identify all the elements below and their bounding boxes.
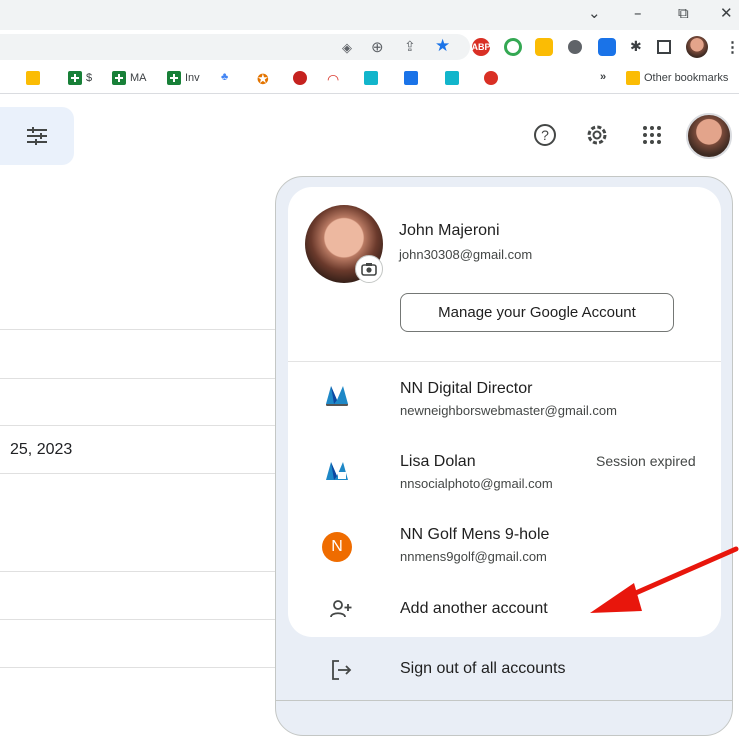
bookmark-u[interactable] <box>293 71 307 85</box>
account-item-name: NN Golf Mens 9-hole <box>400 526 550 543</box>
more-bookmarks-button[interactable]: » <box>600 71 606 83</box>
account-name: John Majeroni <box>399 222 500 239</box>
bookmark-label: MA <box>130 72 147 84</box>
bookmark-sheet-inv[interactable]: Inv <box>167 71 200 85</box>
magnet-icon <box>445 71 459 85</box>
bookmark-alert[interactable] <box>484 71 498 85</box>
keep-extension-icon[interactable] <box>535 38 553 56</box>
profile-icon[interactable] <box>686 36 708 58</box>
tab-search-button[interactable]: ⌄ <box>588 4 601 22</box>
nn-logo-avatar <box>322 456 352 486</box>
change-photo-button[interactable] <box>355 255 383 283</box>
bookmark-label: $ <box>86 72 93 84</box>
bookmark-sheet-dollar[interactable]: $ <box>68 71 92 85</box>
gauge-icon: ◠ <box>327 71 340 87</box>
account-item-lisa-dolan[interactable] <box>288 440 721 504</box>
sheets-icon <box>167 71 181 85</box>
apps-grid-icon[interactable] <box>638 121 666 149</box>
settings-gear-icon[interactable] <box>583 121 611 149</box>
settings-extension-icon[interactable] <box>568 40 582 54</box>
eye-icon[interactable]: ◈ <box>342 40 352 56</box>
address-field[interactable] <box>0 34 470 60</box>
camera-icon <box>361 263 377 276</box>
folder-icon <box>626 71 640 85</box>
table-row-divider <box>0 378 300 379</box>
nn-logo-avatar <box>322 380 352 410</box>
medal-icon: ✪ <box>257 71 269 87</box>
svg-text:?: ? <box>541 127 549 143</box>
alert-icon <box>484 71 498 85</box>
bookmark-star-icon[interactable]: ★ <box>435 36 450 56</box>
photos-icon: ♣ <box>221 71 229 83</box>
bookmark-gauge[interactable]: ◠ <box>327 71 339 88</box>
table-row-divider <box>0 473 300 474</box>
bookmark-label: Inv <box>185 72 200 84</box>
keep-bookmark-icon <box>26 71 40 85</box>
address-bar-area <box>0 30 739 64</box>
help-icon[interactable]: ? <box>531 121 559 149</box>
account-item-email: nnmens9golf@gmail.com <box>400 549 547 564</box>
sheets-icon <box>68 71 82 85</box>
bookmark-check[interactable] <box>404 71 418 85</box>
bookmark-medal[interactable]: ✪ <box>257 71 269 88</box>
tune-icon <box>27 127 47 145</box>
sign-out-label: Sign out of all accounts <box>400 660 566 677</box>
add-account-label: Add another account <box>400 600 548 617</box>
date-cell: 25, 2023 <box>10 441 73 458</box>
puzzle-icon[interactable]: ✱ <box>630 38 642 55</box>
account-item-nn-digital-director[interactable] <box>288 368 721 432</box>
bookmark-sheet-ma[interactable]: MA <box>112 71 147 85</box>
table-row-divider <box>0 571 300 572</box>
logout-icon <box>332 660 352 680</box>
table-row-divider <box>0 619 300 620</box>
manage-account-button[interactable]: Manage your Google Account <box>400 293 674 332</box>
session-status: Session expired <box>596 453 696 469</box>
table-row-divider <box>0 425 300 426</box>
add-person-icon <box>330 600 352 618</box>
table-row-divider <box>0 329 300 330</box>
minimize-button[interactable]: – <box>634 4 642 22</box>
account-avatar-button[interactable] <box>686 113 732 159</box>
bookmark-photos[interactable]: ♣ <box>221 71 228 83</box>
table-row-divider <box>0 667 300 668</box>
panel-divider <box>288 361 721 362</box>
screen-extension-icon[interactable] <box>598 38 616 56</box>
share-icon[interactable]: ⇪ <box>404 38 416 55</box>
panel-bottom-divider <box>275 700 733 701</box>
chrome-menu-icon[interactable]: ⋮ <box>725 38 739 56</box>
check-icon <box>404 71 418 85</box>
account-item-name: NN Digital Director <box>400 380 533 397</box>
other-bookmarks-folder[interactable]: Other bookmarks <box>626 71 728 85</box>
u-icon <box>293 71 307 85</box>
restore-button[interactable]: ⧉ <box>678 4 689 22</box>
bookmark-keep[interactable] <box>26 71 40 85</box>
compass-extension-icon[interactable] <box>504 38 522 56</box>
sheets-icon <box>112 71 126 85</box>
search-options-button[interactable] <box>0 107 74 165</box>
sidepanel-icon[interactable] <box>657 40 671 54</box>
other-bookmarks-label: Other bookmarks <box>644 72 729 84</box>
annotation-arrow-icon <box>590 546 739 613</box>
account-email: john30308@gmail.com <box>399 247 533 262</box>
bookmark-home[interactable] <box>364 71 378 85</box>
browser-titlebar <box>0 0 739 30</box>
account-item-email: newneighborswebmaster@gmail.com <box>400 403 617 418</box>
bookmark-magnet[interactable] <box>445 71 459 85</box>
letter-avatar: N <box>322 532 352 562</box>
close-window-button[interactable]: ✕ <box>720 4 733 22</box>
abp-extension-icon[interactable]: ABP <box>472 38 491 56</box>
more-bookmarks-label: » <box>600 71 607 83</box>
home-icon <box>364 71 378 85</box>
account-item-name: Lisa Dolan <box>400 453 476 470</box>
zoom-icon[interactable]: ⊕ <box>371 38 384 56</box>
account-item-email: nnsocialphoto@gmail.com <box>400 476 553 491</box>
